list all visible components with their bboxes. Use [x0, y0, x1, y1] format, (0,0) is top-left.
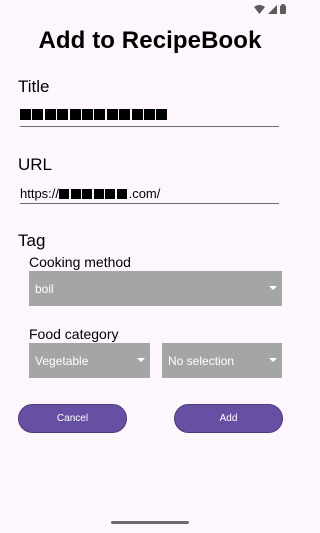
masked-text [20, 108, 169, 123]
food-subcategory-value: No selection [168, 353, 235, 368]
add-button[interactable]: Add [174, 404, 283, 433]
masked-character [70, 188, 81, 199]
masked-character [81, 109, 93, 120]
title-input[interactable] [20, 105, 279, 127]
masked-character [82, 188, 93, 199]
masked-character [57, 109, 69, 120]
url-suffix: .com/ [128, 186, 161, 201]
cooking-method-label: Cooking method [29, 254, 131, 270]
chevron-down-icon [269, 286, 277, 290]
chevron-down-icon [269, 358, 277, 362]
food-subcategory-select[interactable]: No selection [162, 343, 282, 378]
food-category-select[interactable]: Vegetable [29, 343, 150, 378]
masked-domain [59, 188, 129, 199]
masked-character [94, 109, 106, 120]
title-label: Title [18, 77, 50, 96]
masked-character [32, 109, 44, 120]
food-category-value: Vegetable [35, 353, 89, 368]
url-input[interactable]: https:// .com/ [20, 182, 279, 204]
masked-character [69, 109, 81, 120]
masked-character [119, 109, 131, 120]
page-title: Add to RecipeBook [38, 27, 262, 54]
status-icons [254, 4, 286, 14]
masked-character [105, 188, 116, 199]
cancel-button[interactable]: Cancel [18, 404, 127, 433]
cooking-method-value: boil [35, 281, 54, 296]
masked-character [93, 188, 104, 199]
masked-character [117, 188, 127, 199]
food-category-label: Food category [29, 326, 119, 342]
navigation-handle[interactable] [111, 521, 189, 524]
battery-icon [280, 4, 286, 14]
masked-character [131, 109, 143, 120]
status-bar [0, 0, 300, 20]
masked-character [106, 109, 118, 120]
signal-icon [268, 4, 277, 14]
masked-character [20, 109, 31, 120]
wifi-icon [254, 4, 265, 14]
url-label: URL [18, 155, 53, 174]
url-prefix: https:// [20, 186, 60, 201]
masked-character [143, 109, 155, 120]
cooking-method-select[interactable]: boil [29, 271, 282, 306]
masked-character [59, 188, 70, 199]
chevron-down-icon [137, 358, 145, 362]
tag-label: Tag [18, 231, 46, 250]
masked-character [156, 109, 168, 120]
masked-character [44, 109, 56, 120]
